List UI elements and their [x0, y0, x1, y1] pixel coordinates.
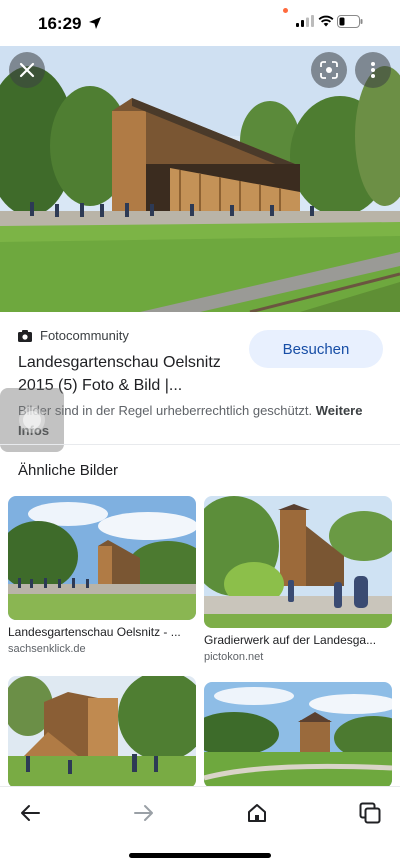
- lens-button[interactable]: [311, 52, 347, 88]
- assistive-touch-icon: [19, 407, 45, 433]
- arrow-back-icon: [21, 805, 40, 821]
- source-name: Fotocommunity: [40, 328, 129, 343]
- wifi-icon: [318, 15, 334, 27]
- similar-image-card[interactable]: Gradierwerk auf der Landesga... pictokon…: [204, 496, 392, 663]
- arrow-forward-icon: [134, 805, 153, 821]
- close-icon: [19, 62, 35, 78]
- home-indicator: [129, 853, 271, 858]
- home-button[interactable]: [243, 799, 271, 827]
- divider: [0, 444, 400, 445]
- tabs-icon: [359, 802, 381, 824]
- lens-icon: [320, 61, 338, 79]
- tabs-button[interactable]: [356, 799, 384, 827]
- similar-image-thumb: [204, 682, 392, 788]
- similar-image-card[interactable]: Landesgartenschau Oelsnitz - ... sachsen…: [8, 496, 196, 655]
- more-vert-icon: [371, 62, 375, 78]
- similar-image-thumb: [8, 676, 196, 788]
- copyright-notice: Bilder sind in der Regel urheberrechtlic…: [18, 401, 384, 441]
- floating-assistive-button[interactable]: [0, 388, 64, 452]
- similar-image-domain: pictokon.net: [204, 651, 264, 663]
- visit-button[interactable]: Besuchen: [249, 330, 383, 368]
- cellular-signal-icon: [296, 15, 314, 27]
- home-icon: [248, 804, 266, 822]
- source-row[interactable]: Fotocommunity: [18, 328, 129, 343]
- close-button[interactable]: [9, 52, 45, 88]
- similar-image-card[interactable]: [8, 676, 196, 797]
- similar-image-thumb: [8, 496, 196, 620]
- similar-image-domain: sachsenklick.de: [8, 643, 86, 655]
- similar-image-card[interactable]: [204, 682, 392, 797]
- similar-images-heading: Ähnliche Bilder: [18, 462, 119, 479]
- back-button[interactable]: [16, 799, 44, 827]
- camera-favicon-icon: [18, 329, 32, 342]
- more-options-button[interactable]: [355, 52, 391, 88]
- similar-image-caption: Landesgartenschau Oelsnitz - ...: [8, 625, 181, 639]
- location-arrow-icon: [89, 17, 101, 29]
- status-bar: 16:29: [0, 0, 400, 46]
- status-time: 16:29: [38, 14, 82, 33]
- forward-button[interactable]: [130, 799, 158, 827]
- battery-icon: [337, 15, 363, 28]
- similar-image-caption: Gradierwerk auf der Landesga...: [204, 633, 377, 647]
- privacy-indicator-dot: [283, 8, 288, 13]
- main-image[interactable]: [0, 46, 400, 312]
- similar-image-thumb: [204, 496, 392, 628]
